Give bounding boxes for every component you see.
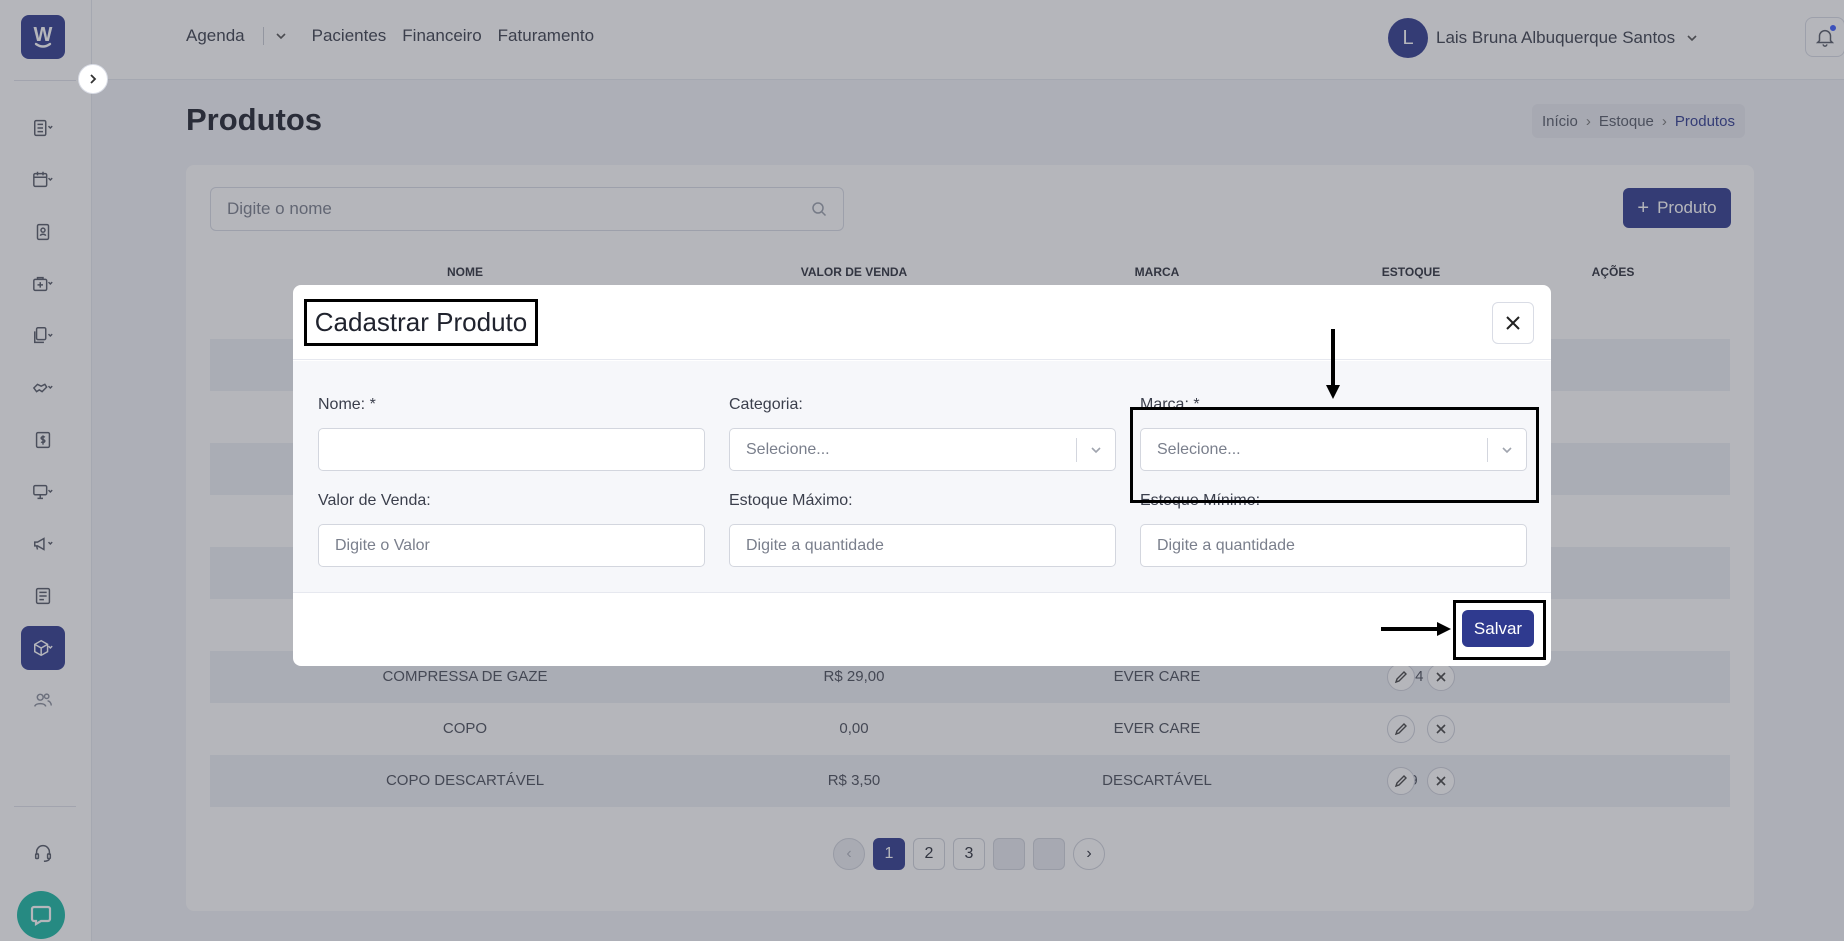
nome-field-group: Nome: * [318, 396, 705, 471]
chevron-right-icon [90, 74, 97, 84]
categoria-select[interactable]: Selecione... [729, 428, 1116, 471]
modal-header: Cadastrar Produto [293, 285, 1551, 360]
arrow-down-icon [1326, 329, 1340, 399]
categoria-field-group: Categoria: Selecione... [729, 396, 1116, 471]
arrow-right-icon [1381, 622, 1451, 636]
estoque-minimo-highlight [1130, 407, 1539, 503]
nome-label: Nome: * [318, 396, 376, 413]
categoria-label: Categoria: [729, 396, 803, 413]
nome-input[interactable] [318, 428, 705, 471]
estoque-minimo-field-group: Estoque Mínimo: Digite a quantidade [1140, 492, 1527, 567]
close-icon [1506, 316, 1520, 330]
modal-title: Cadastrar Produto [304, 299, 538, 346]
sidebar-collapse-button[interactable] [78, 64, 108, 94]
estoque-maximo-field-group: Estoque Máximo: Digite a quantidade [729, 492, 1116, 567]
valor-venda-field-group: Valor de Venda: Digite o Valor [318, 492, 705, 567]
valor-venda-label: Valor de Venda: [318, 492, 431, 509]
valor-venda-input[interactable]: Digite o Valor [318, 524, 705, 567]
estoque-maximo-input[interactable]: Digite a quantidade [729, 524, 1116, 567]
estoque-maximo-label: Estoque Máximo: [729, 492, 853, 509]
save-button[interactable]: Salvar [1462, 610, 1534, 647]
modal-close-button[interactable] [1492, 302, 1534, 344]
estoque-minimo-input[interactable]: Digite a quantidade [1140, 524, 1527, 567]
register-product-modal: Cadastrar Produto Nome: * Categoria: Sel… [293, 285, 1551, 666]
categoria-placeholder: Selecione... [746, 440, 830, 458]
chevron-down-icon [1091, 446, 1101, 453]
